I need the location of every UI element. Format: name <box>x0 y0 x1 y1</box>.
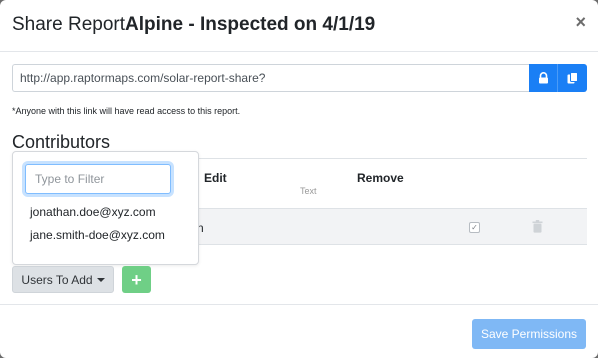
users-dropdown-menu: jonathan.doe@xyz.com jane.smith-doe@xyz.… <box>12 151 199 265</box>
column-header-remove: Remove <box>357 171 404 185</box>
lock-icon <box>538 72 548 84</box>
ghost-text: Text <box>300 186 317 196</box>
users-to-add-button[interactable]: Users To Add <box>12 266 114 293</box>
modal-title-prefix: Share Report <box>12 14 126 35</box>
dropdown-item-jane[interactable]: jane.smith-doe@xyz.com <box>30 228 165 242</box>
modal-header: Share ReportAlpine - Inspected on 4/1/19… <box>0 0 598 52</box>
lock-button[interactable] <box>529 64 558 92</box>
share-link-input[interactable] <box>12 64 529 92</box>
save-permissions-button[interactable]: Save Permissions <box>472 319 586 349</box>
share-link-group <box>12 64 587 92</box>
close-button[interactable]: × <box>575 13 586 31</box>
share-note: *Anyone with this link will have read ac… <box>12 106 241 116</box>
caret-down-icon <box>96 277 105 282</box>
modal-footer: Save Permissions <box>0 304 598 358</box>
trash-icon[interactable] <box>532 220 543 233</box>
users-to-add-label: Users To Add <box>21 272 93 287</box>
modal-title-report-name: Alpine - Inspected on 4/1/19 <box>125 14 376 35</box>
edit-checkbox[interactable]: ✓ <box>469 222 480 233</box>
column-header-edit: Edit <box>204 171 227 185</box>
modal-title: Share ReportAlpine - Inspected on 4/1/19 <box>12 14 375 36</box>
share-report-modal: Share ReportAlpine - Inspected on 4/1/19… <box>0 0 598 358</box>
add-user-button[interactable]: + <box>122 266 151 293</box>
dropdown-item-jonathan[interactable]: jonathan.doe@xyz.com <box>30 205 156 219</box>
copy-button[interactable] <box>558 64 587 92</box>
filter-input[interactable] <box>25 164 171 194</box>
contributors-heading: Contributors <box>12 132 111 152</box>
copy-icon <box>567 72 578 84</box>
